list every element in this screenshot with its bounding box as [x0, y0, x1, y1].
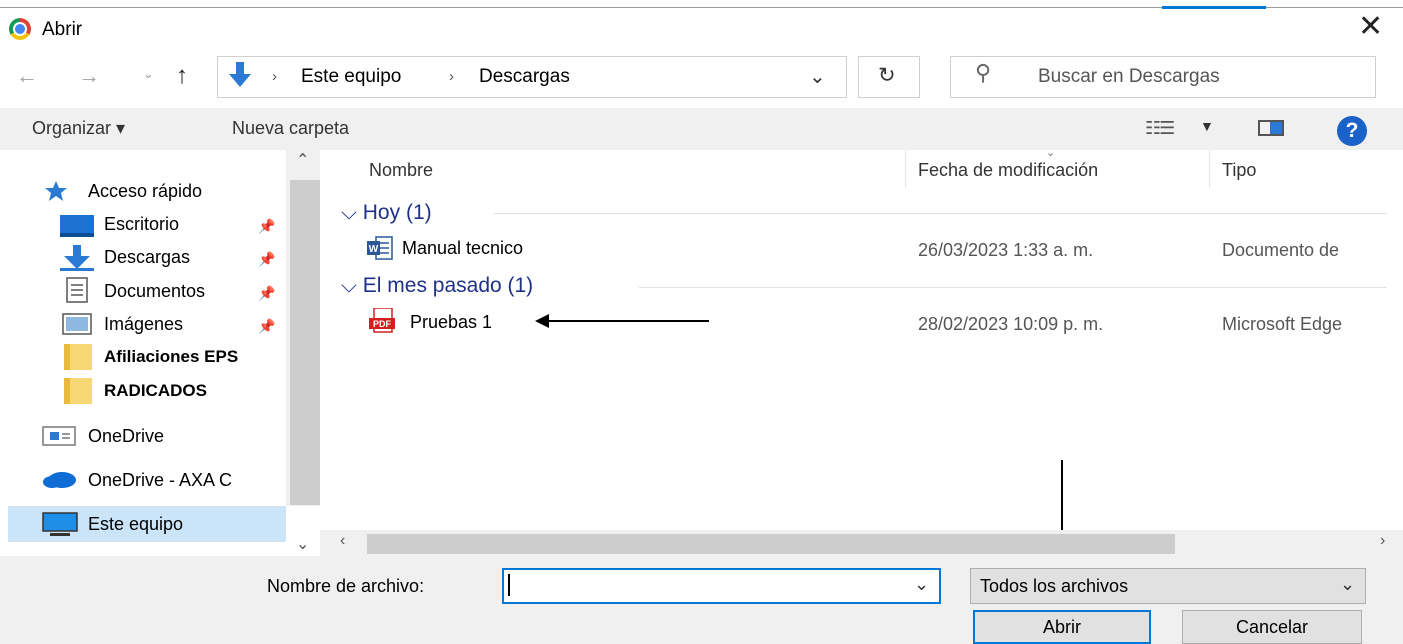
download-arrow-icon: [229, 62, 251, 87]
group-divider: [494, 213, 1387, 214]
view-dropdown-chevron-icon[interactable]: ▼: [1200, 118, 1214, 134]
file-date: 28/02/2023 10:09 p. m.: [918, 314, 1104, 334]
file-type: Documento de: [1222, 240, 1340, 260]
pin-icon: 📌: [258, 285, 276, 301]
onedrive-icon: [42, 426, 76, 446]
cloud-icon: [43, 472, 76, 488]
column-header-name[interactable]: Nombre: [369, 160, 433, 181]
sidebar-scroll-thumb[interactable]: [290, 180, 320, 505]
computer-icon: [42, 512, 78, 536]
help-icon[interactable]: ?: [1337, 116, 1367, 146]
pin-icon: 📌: [258, 218, 276, 234]
sidebar-item-onedrive-axa[interactable]: OneDrive - AXA C: [88, 470, 232, 491]
command-toolbar: [0, 108, 1403, 150]
address-dropdown-chevron-icon[interactable]: ⌄: [809, 64, 826, 89]
pin-icon: 📌: [258, 318, 276, 334]
breadcrumb-separator[interactable]: ›: [272, 68, 277, 85]
folder-icon: [64, 378, 92, 404]
sort-chevron-icon: ⌄: [1046, 147, 1056, 159]
scroll-down-chevron-icon[interactable]: ⌄: [296, 534, 309, 554]
desktop-icon: [60, 215, 94, 237]
group-label: El mes pasado (1): [362, 274, 534, 297]
group-header-mes-pasado[interactable]: ⌵ El mes pasado (1): [341, 274, 533, 298]
top-accent: [1162, 6, 1266, 9]
sidebar-item-imagenes[interactable]: Imágenes: [104, 314, 183, 335]
sidebar-item-descargas[interactable]: Descargas: [104, 247, 190, 268]
sidebar-item-acceso-rapido[interactable]: Acceso rápido: [88, 181, 202, 202]
sidebar-item-radicados[interactable]: RADICADOS: [104, 381, 207, 401]
file-name-pruebas-1[interactable]: Pruebas 1: [410, 312, 492, 333]
folder-icon: [64, 344, 92, 370]
file-date: 26/03/2023 1:33 a. m.: [918, 240, 1094, 260]
sidebar-item-documentos[interactable]: Documentos: [104, 281, 205, 302]
close-icon[interactable]: ✕: [1358, 12, 1383, 42]
search-placeholder[interactable]: Buscar en Descargas: [1038, 66, 1220, 88]
pdf-badge-label: PDF: [373, 319, 392, 329]
documents-icon: [66, 277, 88, 303]
images-icon: [62, 313, 92, 335]
pdf-icon: PDF: [369, 308, 395, 333]
filename-label: Nombre de archivo:: [267, 576, 425, 596]
open-button[interactable]: Abrir: [973, 610, 1151, 644]
column-divider[interactable]: [905, 150, 906, 188]
filename-input[interactable]: [502, 568, 941, 604]
group-divider: [639, 287, 1387, 288]
new-folder-button[interactable]: Nueva carpeta: [232, 118, 349, 139]
scroll-up-chevron-icon[interactable]: ⌃: [296, 150, 309, 170]
download-icon: [60, 245, 94, 271]
window-title: Abrir: [42, 19, 83, 40]
file-type: Microsoft Edge: [1222, 314, 1343, 334]
filetype-chevron-icon[interactable]: ⌄: [1340, 574, 1355, 595]
recent-locations-chevron-icon[interactable]: ⌄: [143, 66, 154, 82]
word-doc-icon: W: [367, 236, 393, 260]
pin-icon: 📌: [258, 251, 276, 267]
forward-arrow-icon[interactable]: →: [78, 63, 100, 89]
column-header-date[interactable]: Fecha de modificación: [918, 160, 1098, 181]
chrome-logo-icon: [9, 18, 31, 40]
group-header-hoy[interactable]: ⌵ Hoy (1): [341, 201, 432, 225]
sidebar-item-este-equipo[interactable]: Este equipo: [88, 514, 183, 535]
column-divider[interactable]: [1209, 150, 1210, 188]
cancel-button[interactable]: Cancelar: [1182, 610, 1362, 644]
search-icon: ⚲: [975, 60, 992, 85]
sidebar-item-escritorio[interactable]: Escritorio: [104, 214, 179, 235]
column-header-type[interactable]: Tipo: [1222, 160, 1256, 181]
filename-history-chevron-icon[interactable]: ⌄: [914, 574, 929, 595]
scroll-left-chevron-icon[interactable]: ‹: [340, 532, 345, 550]
view-options-icon[interactable]: ☷☰: [1145, 118, 1175, 139]
back-arrow-icon[interactable]: ←: [16, 63, 38, 89]
annotation-arrow-left: [535, 314, 709, 328]
horizontal-scroll-thumb[interactable]: [367, 534, 1175, 554]
svg-text:W: W: [369, 244, 379, 255]
up-arrow-icon[interactable]: ↑: [176, 62, 188, 90]
sidebar-item-afiliaciones-eps[interactable]: Afiliaciones EPS: [104, 347, 238, 367]
breadcrumb-descargas[interactable]: Descargas: [479, 66, 570, 88]
breadcrumb-separator[interactable]: ›: [449, 68, 454, 85]
sidebar-item-onedrive[interactable]: OneDrive: [88, 426, 164, 447]
text-caret: [508, 574, 510, 596]
filetype-selected-value[interactable]: Todos los archivos: [980, 576, 1128, 597]
file-name-manual-tecnico[interactable]: Manual tecnico: [402, 238, 523, 259]
organize-button[interactable]: Organizar ▾: [32, 118, 125, 139]
group-label: Hoy (1): [362, 201, 432, 224]
star-icon: [45, 181, 67, 201]
scroll-right-chevron-icon[interactable]: ›: [1380, 532, 1385, 550]
preview-pane-icon[interactable]: [1258, 120, 1284, 136]
refresh-icon[interactable]: ↻: [878, 63, 896, 88]
breadcrumb-este-equipo[interactable]: Este equipo: [301, 66, 401, 88]
